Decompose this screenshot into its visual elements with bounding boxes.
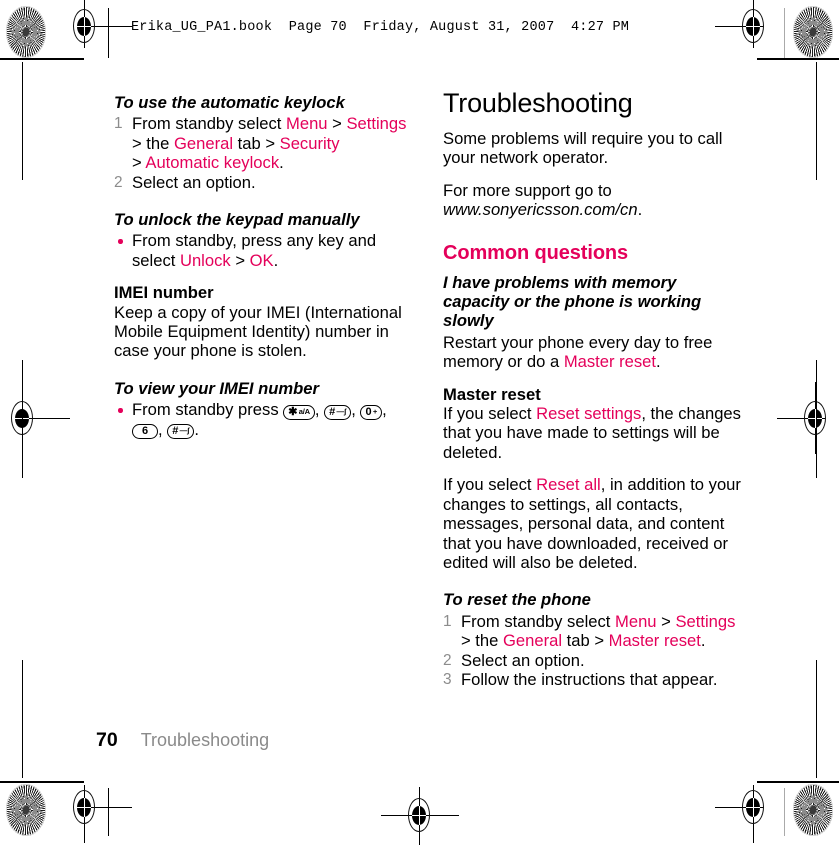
key-separator: . <box>194 419 199 439</box>
step-text-part: tab > <box>233 133 280 153</box>
ui-ref-ok: OK <box>249 250 274 270</box>
page-content: To use the automatic keylock From standb… <box>0 0 839 840</box>
keylock-steps-list: From standby select Menu > Settings > the… <box>114 114 416 192</box>
key-separator: , <box>158 419 168 439</box>
ui-ref-reset-settings: Reset settings <box>536 404 642 424</box>
six-key-label: 6 <box>142 425 149 438</box>
key-separator: , <box>351 400 361 420</box>
memory-body-part: . <box>656 352 661 372</box>
list-item: From standby, press any key and select U… <box>114 231 416 270</box>
key-separator: , <box>382 400 387 420</box>
ui-ref-master-reset: Master reset <box>608 631 701 651</box>
zero-key-sublabel: + <box>371 406 378 416</box>
step-text-part: From standby select <box>132 114 287 134</box>
step-text-part: > <box>132 153 146 173</box>
step-text: Follow the instructions that appear. <box>461 669 718 689</box>
six-key: 6 <box>132 424 159 440</box>
list-item: From standby select Menu > Settings > the… <box>443 612 745 651</box>
step-text-part: > the <box>132 133 174 153</box>
list-item: Follow the instructions that appear. <box>443 669 745 690</box>
ui-ref-automatic-keylock: Automatic keylock <box>145 153 280 173</box>
step-text-part: > the <box>461 631 503 651</box>
ui-ref-general: General <box>502 631 563 651</box>
ui-ref-security: Security <box>279 133 340 153</box>
step-text-part: From standby select <box>461 611 616 631</box>
reset-p1-part: If you select <box>443 404 537 424</box>
ui-ref-menu: Menu <box>286 114 328 134</box>
step-text: From standby select Menu > Settings > the… <box>461 612 735 650</box>
imei-body-text: Keep a copy of your IMEI (International … <box>114 302 402 361</box>
hash-key: # —ʃ <box>167 424 195 440</box>
reset-p2-part: If you select <box>443 475 537 495</box>
star-key-label: ✱ <box>288 405 298 418</box>
heading-to-use-automatic-keylock: To use the automatic keylock <box>114 93 345 112</box>
hash-key-sublabel: —ʃ <box>178 426 190 436</box>
reset-steps-list: From standby select Menu > Settings > the… <box>443 612 745 690</box>
page-title: Troubleshooting <box>443 88 633 118</box>
step-text-part: . <box>279 153 284 173</box>
heading-imei-number: IMEI number <box>114 283 214 303</box>
heading-to-unlock-keypad-manually: To unlock the keypad manually <box>114 210 360 230</box>
imei-bullet-list: From standby press ✱ a/A, # —ʃ, 0 +, 6, … <box>114 400 416 440</box>
heading-memory-capacity-question: I have problems with memory capacity or … <box>443 272 702 331</box>
list-item: Select an option. <box>114 172 416 193</box>
bullet-text-part: From standby press <box>132 400 284 420</box>
step-text-part: . <box>700 631 706 651</box>
star-key: ✱ a/A <box>283 404 315 420</box>
step-text: Select an option. <box>132 172 256 192</box>
heading-master-reset: Master reset <box>443 384 541 404</box>
ui-ref-menu: Menu <box>615 611 657 631</box>
heading-to-reset-the-phone: To reset the phone <box>443 590 591 610</box>
ui-ref-reset-all: Reset all <box>536 475 601 495</box>
ui-ref-master-reset: Master reset <box>563 352 657 372</box>
ui-ref-settings: Settings <box>675 611 736 631</box>
step-text: Select an option. <box>461 650 585 670</box>
step-text: From standby select Menu > Settings > the… <box>132 114 406 172</box>
left-column: To use the automatic keylock From standb… <box>114 93 416 440</box>
hash-key-sublabel: —ʃ <box>335 406 347 416</box>
list-item: Select an option. <box>443 650 745 671</box>
unlock-bullet-list: From standby, press any key and select U… <box>114 231 416 270</box>
step-separator: > <box>327 114 347 134</box>
star-key-sublabel: a/A <box>297 406 310 416</box>
support-period: . <box>637 200 643 220</box>
ui-ref-unlock: Unlock <box>179 250 231 270</box>
ui-ref-settings: Settings <box>346 114 407 134</box>
footer-chapter-name: Troubleshooting <box>140 730 270 750</box>
list-item: From standby press ✱ a/A, # —ʃ, 0 +, 6, … <box>114 400 416 440</box>
support-lead-text: For more support go to <box>443 180 612 200</box>
ui-ref-general: General <box>173 133 234 153</box>
list-item: From standby select Menu > Settings > the… <box>114 114 416 172</box>
master-reset-paragraph-1: If you select Reset settings, the change… <box>443 404 745 462</box>
intro-paragraph-2: For more support go to www.sonyericsson.… <box>443 181 745 220</box>
intro-paragraph-1: Some problems will require you to call y… <box>443 129 723 168</box>
step-text-part: tab > <box>562 631 609 651</box>
right-column: Troubleshooting Some problems will requi… <box>443 88 745 690</box>
memory-question-body: Restart your phone every day to free mem… <box>443 333 745 372</box>
heading-to-view-your-imei-number: To view your IMEI number <box>114 378 319 398</box>
heading-common-questions: Common questions <box>443 241 629 264</box>
hash-key: # —ʃ <box>324 404 352 420</box>
bullet-separator: > <box>230 250 250 270</box>
step-separator: > <box>656 611 676 631</box>
master-reset-paragraph-2: If you select Reset all, in addition to … <box>443 475 745 572</box>
key-separator: , <box>314 400 325 420</box>
bullet-text-part: . <box>273 250 279 270</box>
zero-key: 0 + <box>360 404 383 420</box>
page-footer: 70 Troubleshooting <box>96 729 269 752</box>
footer-page-number: 70 <box>96 729 118 751</box>
support-url: www.sonyericsson.com/cn <box>443 200 638 220</box>
